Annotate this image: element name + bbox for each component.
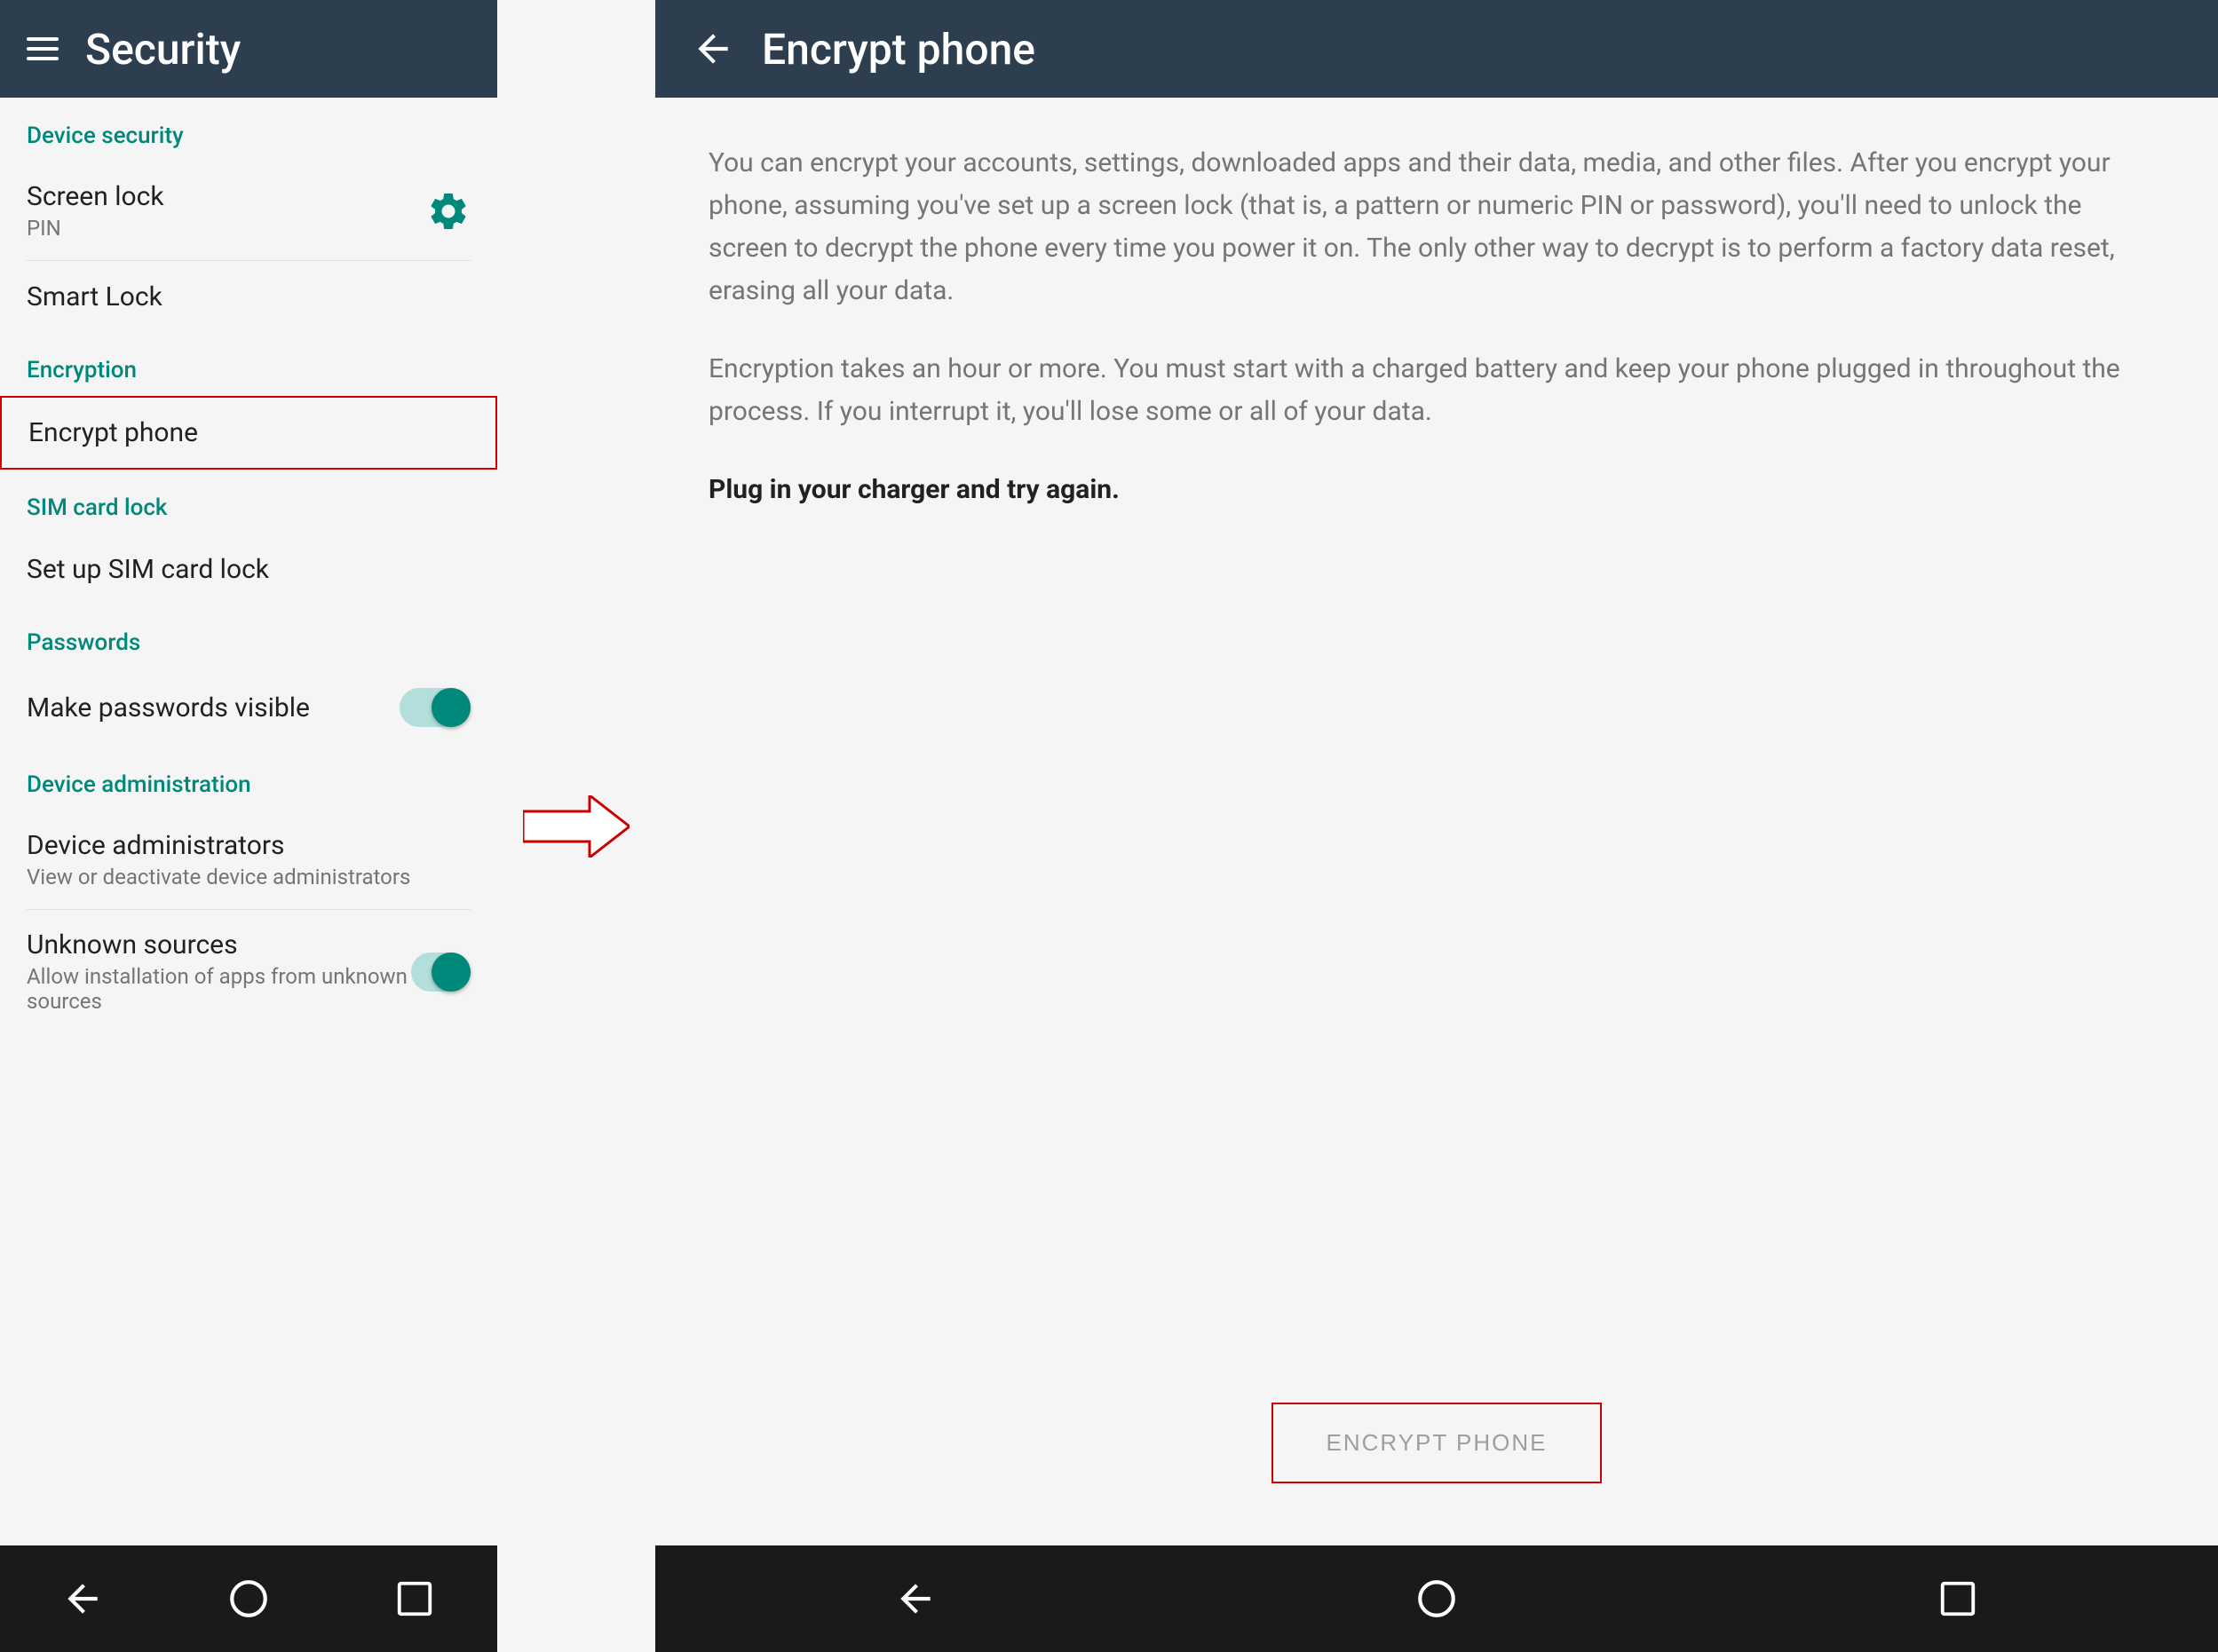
passwords-visible-title: Make passwords visible [27, 692, 310, 723]
right-back-button[interactable] [691, 27, 735, 71]
gear-icon [426, 189, 471, 233]
unknown-sources-title: Unknown sources [27, 929, 411, 960]
toggle-knob [432, 688, 471, 727]
right-header: Encrypt phone [655, 0, 2218, 98]
section-encryption: Encryption [0, 332, 497, 396]
setup-sim-title: Set up SIM card lock [27, 554, 269, 585]
screen-lock-subtitle: PIN [27, 216, 164, 241]
left-home-button[interactable] [222, 1572, 275, 1625]
middle-arrow-area [497, 0, 655, 1652]
right-recent-button[interactable] [1931, 1572, 1984, 1625]
list-item-passwords-visible[interactable]: Make passwords visible [0, 668, 497, 747]
left-back-icon [60, 1577, 105, 1621]
list-item-smart-lock[interactable]: Smart Lock [0, 261, 497, 332]
device-admins-subtitle: View or deactivate device administrators [27, 865, 410, 889]
section-device-security: Device security [0, 98, 497, 162]
left-back-button[interactable] [56, 1572, 109, 1625]
right-header-title: Encrypt phone [762, 24, 1035, 75]
section-device-admin: Device administration [0, 747, 497, 810]
device-admins-title: Device administrators [27, 830, 410, 861]
encrypt-phone-title: Encrypt phone [28, 417, 198, 448]
right-panel: Encrypt phone You can encrypt your accou… [655, 0, 2218, 1652]
left-header-title: Security [85, 24, 241, 75]
right-bottom-nav [655, 1545, 2218, 1652]
left-panel: Security Device security Screen lock PIN… [0, 0, 497, 1652]
left-recent-icon [394, 1578, 435, 1619]
plug-in-warning: Plug in your charger and try again. [709, 469, 2165, 511]
hamburger-icon[interactable] [27, 37, 59, 60]
encrypt-btn-container: ENCRYPT PHONE [709, 1403, 2165, 1483]
section-sim-card-lock: SIM card lock [0, 470, 497, 534]
left-recent-button[interactable] [388, 1572, 441, 1625]
list-item-screen-lock[interactable]: Screen lock PIN [0, 162, 497, 260]
right-home-icon [1414, 1577, 1459, 1621]
right-content: You can encrypt your accounts, settings,… [655, 98, 2218, 1545]
list-item-setup-sim[interactable]: Set up SIM card lock [0, 534, 497, 605]
left-content: Device security Screen lock PIN Smart Lo… [0, 98, 497, 1545]
encrypt-description-1: You can encrypt your accounts, settings,… [709, 142, 2165, 312]
right-back-nav-icon [893, 1577, 938, 1621]
screen-lock-title: Screen lock [27, 181, 164, 212]
left-home-icon [226, 1577, 271, 1621]
unknown-sources-toggle[interactable] [411, 952, 471, 992]
right-home-button[interactable] [1410, 1572, 1463, 1625]
encrypt-info: You can encrypt your accounts, settings,… [709, 142, 2165, 547]
encrypt-description-2: Encryption takes an hour or more. You mu… [709, 348, 2165, 433]
unknown-sources-subtitle: Allow installation of apps from unknown … [27, 964, 411, 1014]
list-item-unknown-sources[interactable]: Unknown sources Allow installation of ap… [0, 910, 497, 1033]
smart-lock-title: Smart Lock [27, 281, 162, 312]
passwords-visible-toggle[interactable] [400, 688, 471, 727]
right-back-icon [691, 27, 735, 71]
right-back-nav-button[interactable] [889, 1572, 942, 1625]
left-header: Security [0, 0, 497, 98]
encrypt-phone-button[interactable]: ENCRYPT PHONE [1271, 1403, 1603, 1483]
list-item-encrypt-phone[interactable]: Encrypt phone [0, 396, 497, 470]
right-recent-icon [1937, 1578, 1978, 1619]
left-bottom-nav [0, 1545, 497, 1652]
toggle-knob-2 [432, 952, 471, 992]
section-passwords: Passwords [0, 605, 497, 668]
navigation-arrow-icon [523, 795, 630, 858]
list-item-device-admins[interactable]: Device administrators View or deactivate… [0, 810, 497, 909]
